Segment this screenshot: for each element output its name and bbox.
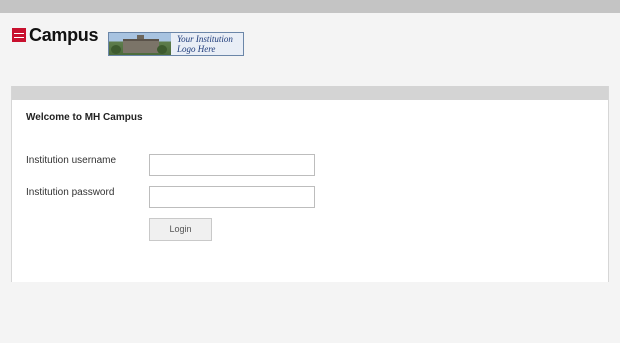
username-label: Institution username <box>26 155 117 166</box>
password-input[interactable] <box>149 186 315 208</box>
institution-logo-line1: Your Institution <box>177 34 233 44</box>
mh-campus-logo: Campus <box>12 24 99 46</box>
panel-title: Welcome to MH Campus <box>26 112 143 123</box>
top-bar <box>0 0 620 13</box>
username-input[interactable] <box>149 154 315 176</box>
campus-building-image <box>109 33 171 55</box>
institution-logo: Your Institution Logo Here <box>108 32 244 56</box>
brand-name: Campus <box>29 24 99 45</box>
mh-logo-icon <box>12 28 26 42</box>
institution-logo-line2: Logo Here <box>177 44 216 54</box>
page-background <box>0 282 620 343</box>
login-panel: Welcome to MH Campus Institution usernam… <box>11 86 609 282</box>
password-label: Institution password <box>26 187 115 198</box>
login-button[interactable]: Login <box>149 218 212 241</box>
panel-header-bar <box>12 86 608 100</box>
